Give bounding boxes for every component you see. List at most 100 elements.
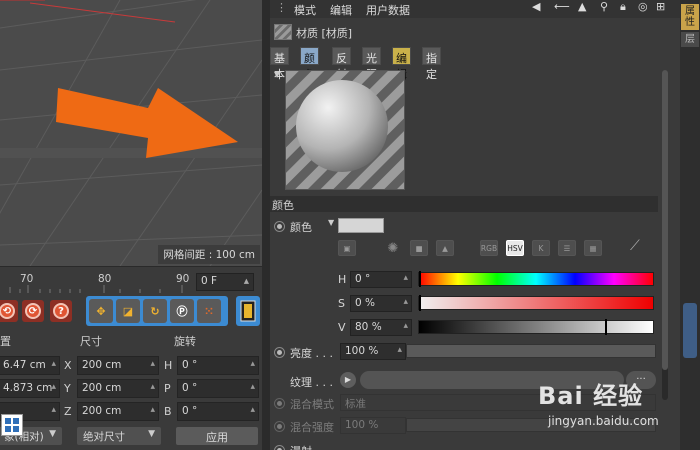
move-tool-button[interactable]: ✥ xyxy=(89,299,113,323)
texture-play-button[interactable]: ▶ xyxy=(340,372,356,388)
color-dropdown-icon[interactable]: ▼ xyxy=(328,218,334,227)
spinner-icon[interactable]: ▴ xyxy=(403,321,408,331)
tab-illumination[interactable]: 光照 xyxy=(362,47,381,81)
blend-mode-radio[interactable] xyxy=(274,398,285,409)
size-y-field[interactable]: 200 cm ▴ xyxy=(77,379,159,398)
saturation-slider[interactable] xyxy=(418,295,654,311)
spinner-icon[interactable]: ▴ xyxy=(244,275,249,287)
kelvin-mode-button[interactable]: K xyxy=(532,240,550,256)
scale-tool-button[interactable]: ◪ xyxy=(116,299,140,323)
rotate-tool-button[interactable]: ↻ xyxy=(143,299,167,323)
viewport[interactable]: 网格间距 : 100 cm xyxy=(0,0,262,266)
panel-divider[interactable] xyxy=(262,0,270,450)
size-x-field[interactable]: 200 cm ▴ xyxy=(77,356,159,375)
size-y-value: 200 cm xyxy=(82,382,122,394)
rotation-h-field[interactable]: 0 ° ▴ xyxy=(177,356,259,375)
material-preview[interactable] xyxy=(285,70,405,190)
diffuse-radio[interactable] xyxy=(274,445,285,450)
rotation-b-field[interactable]: 0 ° ▴ xyxy=(177,402,259,421)
parameter-button[interactable]: Ⓟ xyxy=(170,299,194,323)
value-slider[interactable] xyxy=(418,319,654,335)
brightness-animate-radio[interactable] xyxy=(274,347,285,358)
panel-handle[interactable] xyxy=(683,303,697,358)
spinner-icon[interactable]: ▴ xyxy=(51,405,56,415)
brightness-slider[interactable] xyxy=(406,344,656,358)
brightness-field[interactable]: 100 % ▴ xyxy=(340,343,406,360)
position-y-field[interactable]: 4.873 cm ▴ xyxy=(0,379,60,398)
tab-color[interactable]: 颜色 xyxy=(300,47,319,81)
spinner-icon[interactable]: ▴ xyxy=(250,382,255,392)
attribute-scrollbar[interactable] xyxy=(662,70,668,400)
tab-attributes[interactable]: 属性 xyxy=(681,4,699,30)
value-field[interactable]: 80 % ▴ xyxy=(350,319,412,336)
app-window: 网格间距 : 100 cm 70 80 90 0 F ▴ ⟲ ⟳ ? ✥ ◪ ↻… xyxy=(0,0,700,450)
tick-label: 90 xyxy=(176,273,190,285)
value-label: V xyxy=(338,321,346,334)
hue-field[interactable]: 0 ° ▴ xyxy=(350,271,412,288)
eyedropper-icon[interactable]: ⟋ xyxy=(630,238,640,254)
picture-icon[interactable]: ▲ xyxy=(436,240,454,256)
points-button[interactable]: ⁙ xyxy=(197,299,221,323)
back-arrow-icon[interactable]: ◀ xyxy=(532,0,540,13)
navigate-arrow-icon[interactable]: ⟵ xyxy=(554,0,570,13)
search-icon[interactable]: ⚲ xyxy=(600,0,608,13)
blend-strength-field[interactable]: 100 % xyxy=(340,417,406,434)
spinner-icon[interactable]: ▴ xyxy=(250,359,255,369)
collapse-triangle-icon[interactable]: ▼ xyxy=(274,70,280,79)
spinner-icon[interactable]: ▴ xyxy=(250,405,255,415)
spinner-icon[interactable]: ▴ xyxy=(150,359,155,369)
menu-handle-icon[interactable]: ⋮ xyxy=(276,1,287,14)
apply-button[interactable]: 应用 xyxy=(176,427,258,445)
color-animate-radio[interactable] xyxy=(274,221,285,232)
saturation-field[interactable]: 0 % ▴ xyxy=(350,295,412,312)
hue-slider-marker[interactable] xyxy=(419,271,421,287)
size-mode-dropdown[interactable]: 绝对尺寸 ▼ xyxy=(77,427,161,445)
up-arrow-icon[interactable]: ▲ xyxy=(578,0,586,13)
color-swatch[interactable] xyxy=(338,218,384,233)
hue-slider[interactable] xyxy=(418,271,654,287)
target-icon[interactable]: ◎ xyxy=(638,0,648,13)
timeline[interactable]: 70 80 90 0 F ▴ xyxy=(0,266,262,294)
hsv-mode-button[interactable]: HSV xyxy=(506,240,524,256)
spinner-icon[interactable]: ▴ xyxy=(51,359,56,369)
menu-user-data[interactable]: 用户数据 xyxy=(366,2,410,18)
mixer-icon[interactable]: ☰ xyxy=(558,240,576,256)
section-header: 颜色 xyxy=(270,196,658,212)
current-frame-field[interactable]: 0 F ▴ xyxy=(196,273,254,291)
menu-mode[interactable]: 模式 xyxy=(294,2,316,18)
auto-key-button[interactable]: ⟳ xyxy=(22,300,44,322)
add-panel-icon[interactable]: ⊞ xyxy=(656,0,665,13)
scrollbar-thumb[interactable] xyxy=(662,70,668,370)
blend-strength-radio[interactable] xyxy=(274,421,285,432)
spinner-icon[interactable]: ▴ xyxy=(403,297,408,307)
spectrum-icon[interactable]: ■ xyxy=(410,240,428,256)
material-icon xyxy=(274,24,292,40)
saturation-slider-marker[interactable] xyxy=(419,295,421,311)
spinner-icon[interactable]: ▴ xyxy=(150,405,155,415)
record-key-button[interactable]: ⟲ xyxy=(0,300,18,322)
position-x-field[interactable]: 6.47 cm ▴ xyxy=(0,356,60,375)
menu-edit[interactable]: 编辑 xyxy=(330,2,352,18)
viewport-grid xyxy=(0,0,262,266)
swatches-icon[interactable]: ▦ xyxy=(584,240,602,256)
value-slider-marker[interactable] xyxy=(604,319,607,335)
tab-basic[interactable]: 基本 xyxy=(270,47,289,81)
color-wheel-icon[interactable]: ✺ xyxy=(384,240,402,256)
spinner-icon[interactable]: ▴ xyxy=(150,382,155,392)
tab-assign[interactable]: 指定 xyxy=(422,47,441,81)
tab-reflectance[interactable]: 反射 xyxy=(332,47,351,81)
spinner-icon[interactable]: ▴ xyxy=(397,345,402,355)
eyedropper-box-icon[interactable]: ▣ xyxy=(338,240,356,256)
spinner-icon[interactable]: ▴ xyxy=(51,382,56,392)
dots-grid-icon: ⁙ xyxy=(204,304,214,318)
spinner-icon[interactable]: ▴ xyxy=(403,273,408,283)
help-button[interactable]: ? xyxy=(50,300,72,322)
lock-icon[interactable]: 🔒︎ xyxy=(620,0,626,14)
tab-editor[interactable]: 编辑 xyxy=(392,47,411,81)
rotation-p-field[interactable]: 0 ° ▴ xyxy=(177,379,259,398)
tab-layers[interactable]: 层 xyxy=(681,32,699,47)
film-button[interactable] xyxy=(236,296,260,326)
rgb-mode-button[interactable]: RGB xyxy=(480,240,498,256)
layout-icon[interactable] xyxy=(1,414,23,436)
size-z-field[interactable]: 200 cm ▴ xyxy=(77,402,159,421)
